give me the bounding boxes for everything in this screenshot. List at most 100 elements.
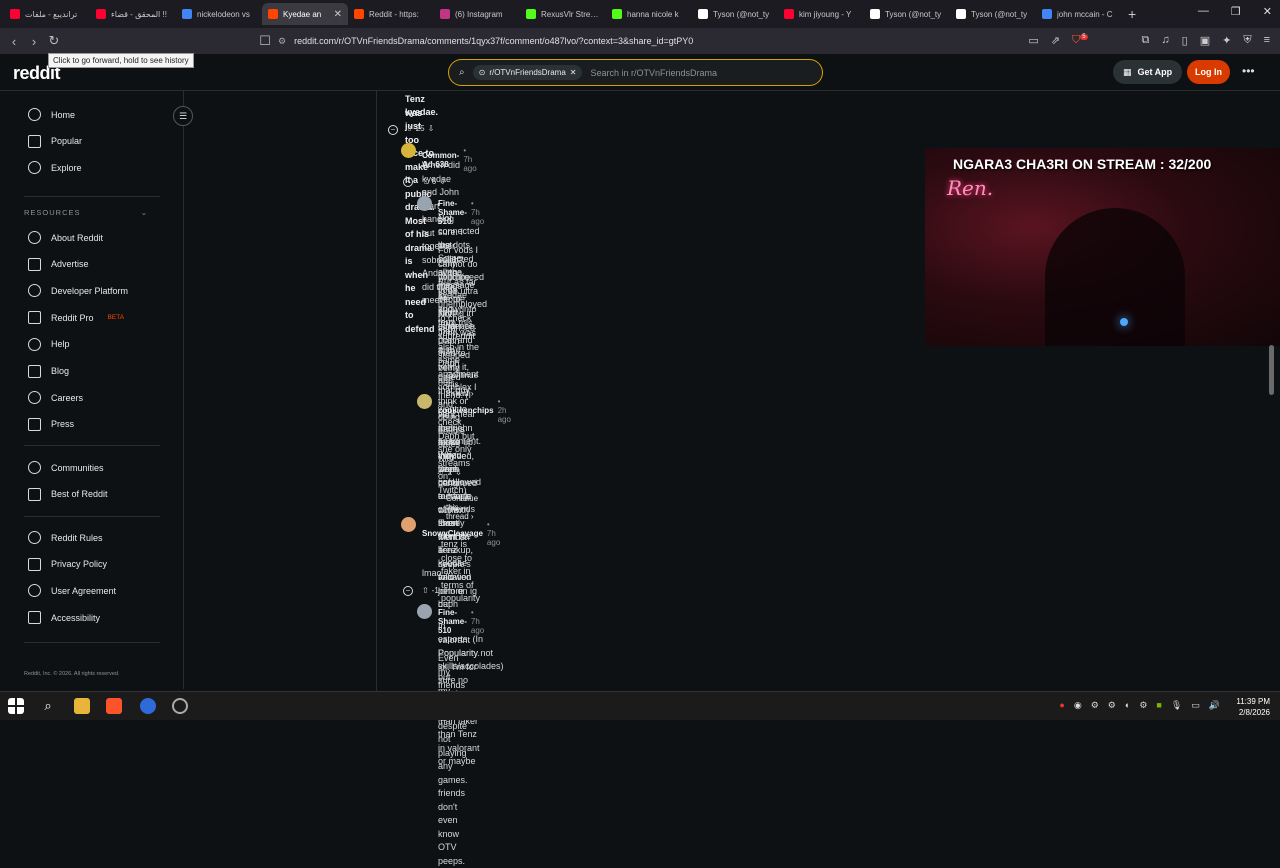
sidebar-item-reddit-rules[interactable]: Reddit Rules — [28, 531, 103, 544]
browser-tab[interactable]: Kyedae an ✕ — [262, 3, 348, 25]
downvote-icon[interactable]: ⇩ — [428, 124, 435, 133]
avatar[interactable] — [401, 143, 416, 158]
avatar[interactable] — [417, 394, 432, 409]
resources-header[interactable]: RESOURCES ⌄ — [24, 208, 148, 217]
sidebar-item-advertise[interactable]: Advertise — [28, 257, 89, 271]
page-scrollbar[interactable] — [1269, 345, 1274, 395]
more-options-icon[interactable]: ••• — [1242, 64, 1255, 78]
windows-start-icon[interactable] — [8, 698, 24, 714]
sidebar-item-careers[interactable]: Careers — [28, 391, 83, 405]
upvote-icon[interactable]: ⇧ — [422, 177, 429, 186]
back-icon[interactable]: ‹ — [4, 34, 24, 49]
restore-icon[interactable]: ❐ — [1231, 5, 1241, 18]
network-icon[interactable]: ▭ — [1191, 700, 1200, 711]
search-bar[interactable]: ⌕ ⊙ r/OTVnFriendsDrama ✕ Search in r/OTV… — [448, 59, 823, 86]
avatar[interactable] — [417, 604, 432, 619]
close-window-icon[interactable]: ✕ — [1263, 5, 1272, 18]
sidebar-item-user-agreement[interactable]: User Agreement — [28, 584, 116, 598]
collapse-comment-button[interactable]: − — [403, 177, 413, 187]
sidebar-item-popular[interactable]: Popular — [28, 134, 82, 148]
sidebar-item-communities[interactable]: Communities — [28, 461, 104, 474]
discord-icon[interactable]: ◉ — [1074, 700, 1082, 711]
leo-icon[interactable]: ✦ — [1222, 34, 1231, 47]
sidebar-item-about-reddit[interactable]: About Reddit — [28, 231, 103, 244]
browser-tab[interactable]: Tyson (@not_ty — [864, 3, 950, 25]
subreddit-chip[interactable]: ⊙ r/OTVnFriendsDrama ✕ — [472, 65, 583, 80]
screenshot-icon[interactable]: ⧉ — [1142, 34, 1150, 47]
sidebar-item-home[interactable]: Home — [28, 108, 75, 121]
sidebar-item-press[interactable]: Press — [28, 417, 74, 431]
sidebar-item-explore[interactable]: Explore — [28, 161, 82, 175]
sidebar-item-blog[interactable]: Blog — [28, 364, 69, 378]
tray-icon[interactable]: ⚙ — [1091, 700, 1099, 711]
forward-icon[interactable]: › — [24, 34, 44, 49]
forward-tooltip: Click to go forward, hold to see history — [48, 53, 194, 68]
tray-icon[interactable]: ● — [1059, 700, 1064, 711]
username[interactable]: SnowyCleavage — [422, 529, 483, 538]
collapse-comment-button[interactable]: − — [403, 586, 413, 596]
browser-tab[interactable]: kim jiyoung - Y — [778, 3, 864, 25]
sidebar-item-accessibility[interactable]: Accessibility — [28, 611, 100, 625]
tab-close-icon[interactable]: ✕ — [334, 9, 342, 20]
browser-tab[interactable]: المحقق - قضاء !! — [90, 3, 176, 25]
brave-browser-icon[interactable] — [106, 698, 122, 714]
avatar[interactable] — [417, 196, 432, 211]
mic-icon[interactable]: 🎙 — [1171, 700, 1182, 711]
taskbar-clock[interactable]: 11:39 PM 2/8/2026 — [1236, 696, 1270, 718]
file-explorer-icon[interactable] — [74, 698, 90, 714]
sidebar-item-developer-platform[interactable]: Developer Platform — [28, 284, 128, 298]
share-icon[interactable]: ⇗ — [1051, 34, 1060, 47]
browser-tab[interactable]: Tyson (@not_ty — [950, 3, 1036, 25]
downvote-icon[interactable]: ⇩ — [442, 586, 449, 595]
tray-icon[interactable]: ⚙ — [1139, 700, 1147, 711]
collapse-comment-button[interactable]: − — [388, 125, 398, 135]
menu-icon[interactable]: ≡ — [1264, 34, 1270, 47]
address-bar[interactable]: ⚙ reddit.com/r/OTVnFriendsDrama/comments… — [278, 32, 978, 50]
browser-tab[interactable]: hanna nicole k — [606, 3, 692, 25]
minimize-icon[interactable]: — — [1198, 5, 1209, 18]
downvote-icon[interactable]: ⇩ — [455, 346, 462, 355]
cast-icon[interactable]: ▭ — [1028, 34, 1038, 47]
site-info-icon[interactable]: ⚙ — [278, 36, 286, 47]
downvote-icon[interactable]: ⇩ — [455, 468, 462, 477]
avatar[interactable] — [401, 517, 416, 532]
downvote-icon[interactable]: ⇩ — [439, 177, 446, 186]
obs-icon[interactable] — [172, 698, 188, 714]
new-tab-button[interactable]: + — [1128, 6, 1136, 22]
upvote-icon[interactable]: ⇧ — [438, 468, 445, 477]
login-button[interactable]: Log In — [1187, 60, 1230, 84]
reload-icon[interactable]: ↻ — [44, 33, 64, 49]
brave-shield-icon[interactable]: ⛉ 5 — [1072, 34, 1088, 47]
nvidia-icon[interactable]: ■ — [1156, 700, 1161, 711]
upvote-icon[interactable]: ⇧ — [422, 586, 429, 595]
app-icon[interactable] — [140, 698, 156, 714]
browser-tab[interactable]: Reddit - https: — [348, 3, 434, 25]
bookmark-icon[interactable]: ☐ — [255, 33, 275, 49]
sidebar-toggle-icon[interactable]: ▯ — [1182, 34, 1188, 47]
sidebar-item-privacy-policy[interactable]: Privacy Policy — [28, 557, 107, 571]
explore-icon — [28, 161, 41, 175]
search-input[interactable]: Search in r/OTVnFriendsDrama — [590, 68, 717, 78]
sidebar-item-best-of-reddit[interactable]: Best of Reddit — [28, 487, 108, 501]
search-icon[interactable]: ⌕ — [40, 698, 56, 714]
chip-close-icon[interactable]: ✕ — [570, 68, 577, 77]
browser-tab[interactable]: (6) Instagram — [434, 3, 520, 25]
upvote-icon[interactable]: ⇧ — [406, 124, 413, 133]
sidebar-item-reddit-pro[interactable]: Reddit Pro BETA — [28, 311, 124, 325]
volume-icon[interactable]: 🔊 — [1209, 700, 1220, 711]
collapse-sidebar-button[interactable]: ☰ — [173, 106, 193, 126]
browser-tab[interactable]: nickelodeon vs — [176, 3, 262, 25]
upvote-icon[interactable]: ⇧ — [438, 346, 445, 355]
vpn-icon[interactable]: ⛨ — [1243, 34, 1251, 47]
browser-tab[interactable]: Tyson (@not_ty — [692, 3, 778, 25]
wallet-icon[interactable]: ▣ — [1200, 34, 1210, 47]
stream-overlay-video[interactable]: NGARA3 CHA3RI ON STREAM : 32/200 Ren. — [925, 148, 1280, 346]
browser-tab[interactable]: john mccain - C — [1036, 3, 1122, 25]
sidebar-item-help[interactable]: Help — [28, 337, 70, 351]
tray-icon[interactable]: ◐ — [1125, 700, 1130, 711]
get-app-button[interactable]: ▦ Get App — [1113, 60, 1183, 84]
browser-tab[interactable]: RexusVlr Stream — [520, 3, 606, 25]
music-icon[interactable]: ♫ — [1161, 34, 1169, 47]
browser-tab[interactable]: ترانديبع - ملفات — [4, 3, 90, 25]
tray-icon[interactable]: ⚙ — [1108, 700, 1116, 711]
